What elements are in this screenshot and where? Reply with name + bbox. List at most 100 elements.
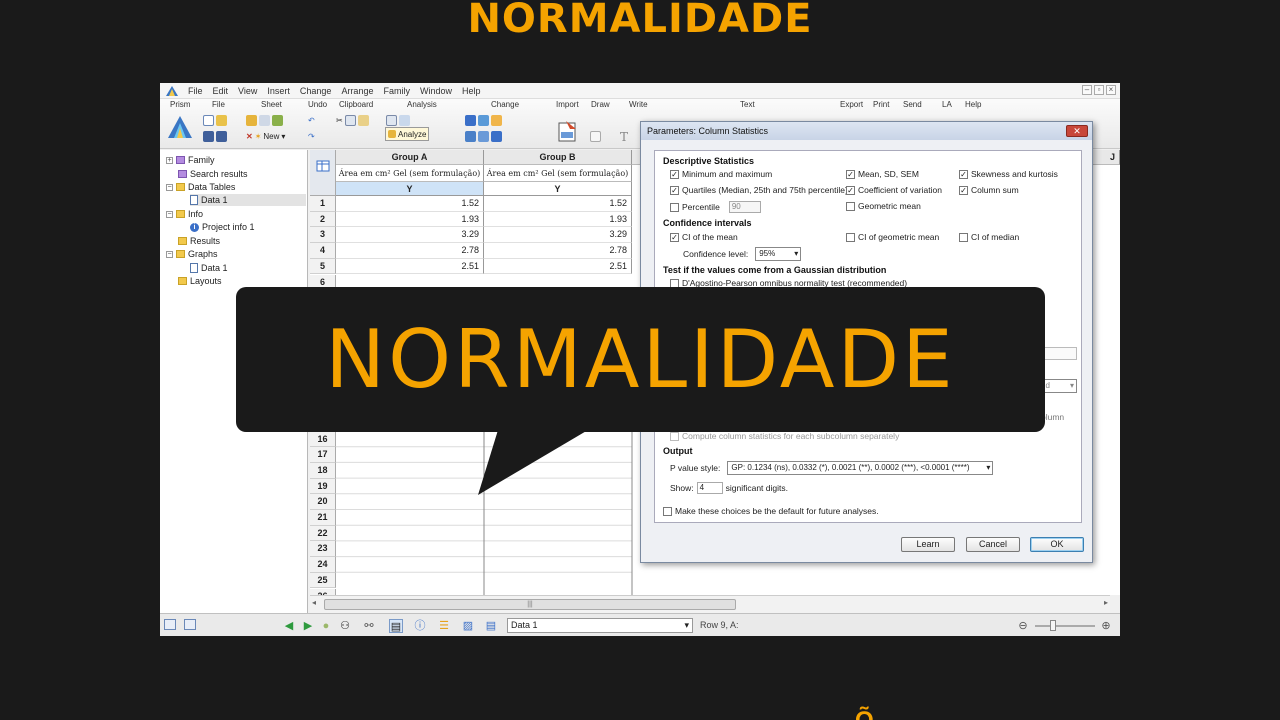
analysis-tools[interactable]	[386, 114, 410, 127]
column-title-a[interactable]: Área em cm² Gel (sem formulação)	[336, 165, 484, 182]
scroll-thumb[interactable]: |||	[324, 599, 736, 610]
zoom-in-icon[interactable]: ⊕	[1099, 619, 1113, 633]
menu-window[interactable]: Window	[420, 86, 452, 96]
menu-family[interactable]: Family	[383, 86, 410, 96]
cell-b[interactable]: 1.52	[484, 196, 632, 212]
tree-data-tables[interactable]: − Data Tables	[166, 181, 235, 193]
row-number[interactable]: 21	[310, 510, 336, 526]
cancel-button[interactable]: Cancel	[966, 537, 1020, 552]
redo-button[interactable]: ↷	[308, 130, 315, 143]
view-gallery-icon[interactable]	[184, 619, 196, 630]
row-number[interactable]: 22	[310, 525, 336, 542]
ci-mean-checkbox[interactable]: ✓ CI of the mean	[670, 232, 738, 242]
row-number[interactable]: 5	[310, 258, 336, 275]
tree-graphs[interactable]: − Graphs	[166, 248, 218, 260]
cell-b[interactable]: 3.29	[484, 227, 632, 244]
results-icon[interactable]: ☰	[437, 619, 451, 633]
quartiles-checkbox[interactable]: ✓ Quartiles (Median, 25th and 75th percen…	[670, 185, 848, 195]
row-number[interactable]: 23	[310, 541, 336, 558]
percentile-input[interactable]: 90	[728, 201, 761, 213]
sheet-tools[interactable]	[246, 114, 283, 127]
cv-checkbox[interactable]: ✓ Coefficient of variation	[846, 185, 942, 195]
cell-b[interactable]: 2.78	[484, 243, 632, 259]
save-button[interactable]	[203, 130, 227, 143]
collapse-icon[interactable]: −	[166, 210, 173, 218]
tree-info[interactable]: − Info	[166, 208, 203, 220]
row-number[interactable]: 25	[310, 572, 336, 589]
minimize-button[interactable]: –	[1082, 85, 1092, 95]
tree-graph-data-1[interactable]: Data 1	[190, 262, 228, 274]
tree-layouts[interactable]: Layouts	[178, 275, 222, 287]
column-header-group-a[interactable]: Group A	[336, 150, 484, 165]
expand-icon[interactable]: +	[166, 156, 173, 164]
digits-input[interactable]: 4	[696, 482, 723, 494]
row-number[interactable]: 3	[310, 227, 336, 244]
change-tools-row2[interactable]	[465, 130, 502, 143]
scroll-right-icon[interactable]: ▸	[1104, 598, 1108, 607]
collapse-icon[interactable]: −	[166, 183, 173, 191]
zoom-slider[interactable]	[1035, 620, 1095, 631]
row-number[interactable]: 17	[310, 447, 336, 463]
new-file-button[interactable]	[203, 114, 227, 127]
column-sum-checkbox[interactable]: ✓ Column sum	[959, 185, 1019, 195]
cell-a[interactable]: 2.78	[336, 243, 484, 259]
cell-a[interactable]: 3.29	[336, 227, 484, 244]
menu-arrange[interactable]: Arrange	[341, 86, 373, 96]
write-tools[interactable]: T	[620, 130, 628, 144]
skewness-checkbox[interactable]: ✓ Skewness and kurtosis	[959, 169, 1058, 179]
sheet-corner[interactable]	[310, 150, 336, 196]
collapse-icon[interactable]: −	[166, 250, 173, 258]
default-choices-checkbox[interactable]: Make these choices be the default for fu…	[663, 506, 879, 516]
tree-project-info[interactable]: i Project info 1	[190, 221, 255, 233]
layout-icon[interactable]: ▤	[484, 619, 498, 633]
row-number[interactable]: 4	[310, 243, 336, 259]
pvalue-select[interactable]: GP: 0.1234 (ns), 0.0332 (*), 0.0021 (**)…	[727, 461, 994, 475]
cell-b[interactable]: 2.51	[484, 258, 632, 275]
clipboard-tools[interactable]: ✂	[336, 114, 369, 127]
menu-insert[interactable]: Insert	[267, 86, 290, 96]
scroll-left-icon[interactable]: ◂	[312, 598, 316, 607]
mean-sd-sem-checkbox[interactable]: ✓ Mean, SD, SEM	[846, 169, 919, 179]
cell-b[interactable]: 1.93	[484, 211, 632, 228]
close-button[interactable]: ×	[1106, 85, 1116, 95]
subcolumn-y-a[interactable]: Y	[336, 182, 484, 196]
graph-icon[interactable]: ▨	[461, 619, 475, 633]
prev-sheet-icon[interactable]: ◀	[282, 619, 296, 633]
link-icon[interactable]: ⚯	[362, 619, 376, 633]
analyze-button[interactable]: Analyze	[385, 127, 429, 141]
undo-button[interactable]: ↶	[308, 114, 315, 127]
menu-edit[interactable]: Edit	[213, 86, 229, 96]
prism-logo-icon[interactable]	[166, 114, 194, 142]
subcolumn-checkbox[interactable]: Compute column statistics for each subco…	[670, 431, 899, 441]
menu-view[interactable]: View	[238, 86, 257, 96]
cell-a[interactable]: 2.51	[336, 258, 484, 275]
row-number[interactable]: 19	[310, 478, 336, 495]
info-sheet-icon[interactable]: ⓘ	[413, 619, 427, 633]
minmax-checkbox[interactable]: ✓ Minimum and maximum	[670, 169, 772, 179]
row-number[interactable]: 20	[310, 494, 336, 510]
column-title-b[interactable]: Área em cm² Gel (sem formulação)	[484, 165, 632, 182]
new-sheet-button[interactable]: ✕ ✶ New ▾	[246, 130, 285, 143]
subcolumn-y-b[interactable]: Y	[484, 182, 632, 196]
import-file-icon[interactable]	[556, 119, 580, 143]
ci-median-checkbox[interactable]: CI of median	[959, 232, 1019, 242]
data-table-icon[interactable]: ▤	[389, 619, 403, 633]
go-icon[interactable]: ●	[319, 619, 333, 633]
row-number[interactable]: 1	[310, 196, 336, 212]
restore-button[interactable]: ▫	[1094, 85, 1104, 95]
confidence-select[interactable]: 95%	[755, 247, 802, 261]
row-number[interactable]: 16	[310, 431, 336, 448]
ci-geometric-checkbox[interactable]: CI of geometric mean	[846, 232, 939, 242]
horizontal-scrollbar[interactable]: ◂ ||| ▸	[310, 595, 1110, 613]
tree-data-1[interactable]: Data 1	[190, 194, 306, 206]
tree-results[interactable]: Results	[178, 235, 220, 247]
menu-help[interactable]: Help	[462, 86, 481, 96]
column-header-group-b[interactable]: Group B	[484, 150, 632, 165]
dialog-close-button[interactable]: ✕	[1066, 125, 1088, 137]
row-number[interactable]: 2	[310, 211, 336, 228]
ok-button[interactable]: OK	[1030, 537, 1084, 552]
row-number[interactable]: 24	[310, 557, 336, 573]
draw-tools[interactable]	[590, 130, 601, 143]
zoom-thumb[interactable]	[1050, 620, 1056, 631]
zoom-out-icon[interactable]: ⊖	[1016, 619, 1030, 633]
